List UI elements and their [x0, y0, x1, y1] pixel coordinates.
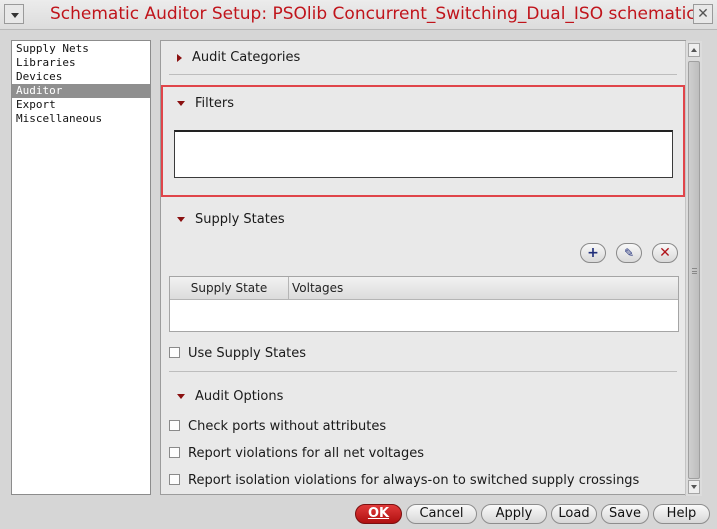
- category-item-supply-nets[interactable]: Supply Nets: [12, 42, 150, 56]
- audit-categories-label: Audit Categories: [192, 50, 301, 65]
- category-item-libraries[interactable]: Libraries: [12, 56, 150, 70]
- scroll-down-icon[interactable]: [688, 480, 700, 494]
- category-item-auditor[interactable]: Auditor: [12, 84, 150, 98]
- check-ports-label: Check ports without attributes: [188, 419, 387, 434]
- supply-states-header[interactable]: Supply States: [177, 212, 285, 227]
- auditor-settings-panel: Audit Categories Filters Supply States +…: [160, 40, 702, 496]
- load-label: Load: [558, 506, 590, 521]
- report-all-voltages-label: Report violations for all net voltages: [188, 446, 425, 461]
- save-button[interactable]: Save: [601, 504, 649, 524]
- delete-icon: ✕: [659, 245, 671, 261]
- close-icon: ✕: [697, 6, 709, 22]
- window-title: Schematic Auditor Setup: PSOlib Concurre…: [50, 4, 696, 24]
- category-item-miscellaneous[interactable]: Miscellaneous: [12, 112, 150, 126]
- filters-header[interactable]: Filters: [177, 96, 234, 111]
- filters-input[interactable]: [174, 130, 673, 178]
- report-isolation-checkbox[interactable]: [169, 474, 180, 485]
- close-button[interactable]: ✕: [693, 4, 713, 24]
- report-isolation-label: Report isolation violations for always-o…: [188, 473, 640, 488]
- separator: [169, 74, 677, 75]
- load-button[interactable]: Load: [551, 504, 597, 524]
- audit-options-header[interactable]: Audit Options: [177, 389, 283, 404]
- table-header: Supply State Voltages: [170, 277, 678, 300]
- category-list: Supply Nets Libraries Devices Auditor Ex…: [11, 40, 151, 495]
- window-menu-button[interactable]: [4, 4, 24, 24]
- category-item-export[interactable]: Export: [12, 98, 150, 112]
- ok-label: OK: [367, 506, 390, 521]
- audit-categories-header[interactable]: Audit Categories: [177, 50, 300, 65]
- expand-arrow-icon: [177, 53, 182, 62]
- audit-options-label: Audit Options: [195, 389, 284, 404]
- separator: [169, 371, 677, 372]
- use-supply-states-option[interactable]: Use Supply States: [169, 346, 306, 361]
- check-ports-checkbox[interactable]: [169, 420, 180, 431]
- filters-label: Filters: [195, 96, 234, 111]
- delete-supply-state-button[interactable]: ✕: [652, 243, 678, 263]
- save-label: Save: [609, 506, 641, 521]
- title-bar: Schematic Auditor Setup: PSOlib Concurre…: [0, 0, 717, 30]
- help-button[interactable]: Help: [653, 504, 710, 524]
- supply-states-table[interactable]: Supply State Voltages: [169, 276, 679, 332]
- cancel-button[interactable]: Cancel: [406, 504, 477, 524]
- check-ports-option[interactable]: Check ports without attributes: [169, 419, 386, 434]
- cancel-label: Cancel: [419, 506, 464, 521]
- add-supply-state-button[interactable]: +: [580, 243, 606, 263]
- ok-button[interactable]: OK: [355, 504, 402, 524]
- column-header-supply-state[interactable]: Supply State: [170, 277, 289, 299]
- supply-states-label: Supply States: [195, 212, 285, 227]
- report-all-voltages-option[interactable]: Report violations for all net voltages: [169, 446, 424, 461]
- report-isolation-option[interactable]: Report isolation violations for always-o…: [169, 473, 639, 488]
- collapse-arrow-icon: [177, 217, 185, 222]
- apply-button[interactable]: Apply: [481, 504, 547, 524]
- grip-icon: [692, 268, 697, 274]
- add-icon: +: [587, 245, 599, 261]
- edit-supply-state-button[interactable]: ✎: [616, 243, 642, 263]
- category-item-devices[interactable]: Devices: [12, 70, 150, 84]
- scrollbar-thumb[interactable]: [688, 61, 700, 479]
- scroll-up-icon[interactable]: [688, 43, 700, 57]
- collapse-arrow-icon: [177, 101, 185, 106]
- use-supply-states-label: Use Supply States: [188, 346, 307, 361]
- vertical-scrollbar[interactable]: [685, 41, 702, 496]
- report-all-voltages-checkbox[interactable]: [169, 447, 180, 458]
- column-header-voltages[interactable]: Voltages: [289, 277, 677, 299]
- use-supply-states-checkbox[interactable]: [169, 347, 180, 358]
- edit-icon: ✎: [623, 246, 635, 260]
- collapse-arrow-icon: [177, 394, 185, 399]
- apply-label: Apply: [495, 506, 533, 521]
- help-label: Help: [666, 506, 697, 521]
